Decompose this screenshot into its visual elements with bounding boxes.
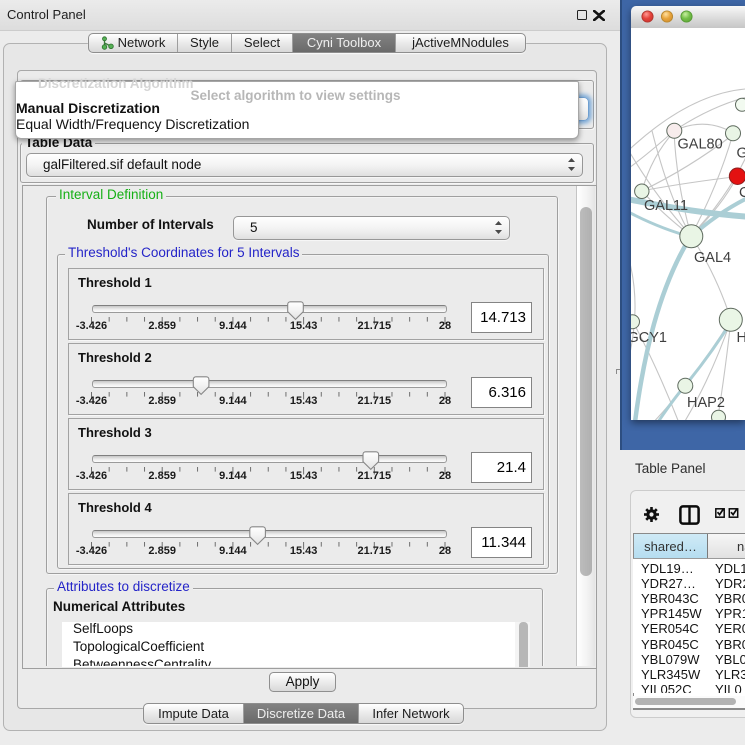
svg-text:HAP2: HAP2 [687, 394, 725, 410]
svg-text:C: C [739, 184, 745, 200]
svg-text:HI: HI [737, 329, 745, 345]
svg-text:GAL80: GAL80 [678, 136, 723, 152]
svg-text:GCY1: GCY1 [631, 329, 667, 345]
svg-text:GA: GA [737, 145, 745, 161]
svg-text:GAL4: GAL4 [694, 249, 731, 265]
svg-text:GAL11: GAL11 [644, 197, 688, 213]
